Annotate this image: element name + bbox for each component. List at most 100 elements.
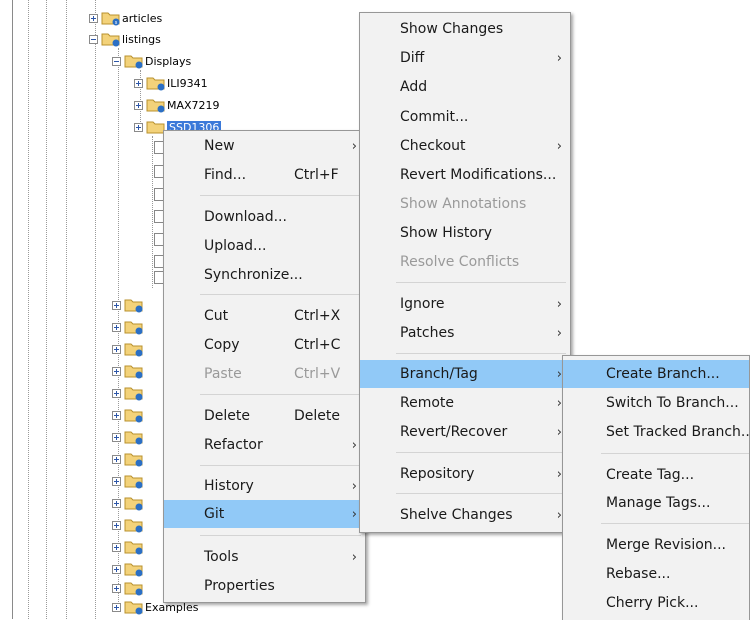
submenu-arrow-icon: › xyxy=(351,549,357,565)
menu-item-history[interactable]: History › xyxy=(164,472,365,500)
menu-item-label: Show Changes xyxy=(400,21,504,37)
menu-item-git[interactable]: Git › xyxy=(164,500,365,528)
menu-item-label: Show Annotations xyxy=(400,196,527,212)
menu-item-cherry-pick[interactable]: Cherry Pick... xyxy=(563,589,749,617)
expand-icon[interactable] xyxy=(112,388,121,398)
expand-icon[interactable] xyxy=(112,476,121,486)
submenu-arrow-icon: › xyxy=(556,325,562,341)
menu-item-synchronize[interactable]: Synchronize... xyxy=(164,261,365,289)
tree-node-folder[interactable] xyxy=(112,295,144,315)
git-submenu: Show Changes Diff › Add Commit... Checko… xyxy=(359,12,571,533)
menu-item-refactor[interactable]: Refactor › xyxy=(164,431,365,459)
expand-icon[interactable] xyxy=(112,583,121,593)
expand-icon[interactable] xyxy=(112,564,121,574)
menu-item-cut[interactable]: Cut Ctrl+X xyxy=(164,302,365,330)
collapse-icon[interactable] xyxy=(89,34,98,44)
tree-label[interactable]: ILI9341 xyxy=(167,77,208,90)
menu-item-upload[interactable]: Upload... xyxy=(164,232,365,260)
menu-item-delete[interactable]: Delete Delete xyxy=(164,402,365,430)
folder-icon xyxy=(124,363,144,379)
tree-node-displays[interactable]: Displays xyxy=(112,51,191,71)
expand-icon[interactable] xyxy=(112,454,121,464)
shortcut-label: Ctrl+C xyxy=(294,337,341,353)
menu-item-checkout[interactable]: Checkout › xyxy=(360,132,570,160)
menu-item-label: Manage Tags... xyxy=(606,495,711,511)
menu-item-set-tracked-branch[interactable]: Set Tracked Branch... xyxy=(563,418,750,446)
menu-item-label: Set Tracked Branch... xyxy=(606,424,750,440)
expand-icon[interactable] xyxy=(134,78,143,88)
expand-icon[interactable] xyxy=(134,100,143,110)
expand-icon[interactable] xyxy=(112,432,121,442)
tree-label[interactable]: MAX7219 xyxy=(167,99,220,112)
tree-node-folder[interactable] xyxy=(112,383,144,403)
menu-item-create-branch[interactable]: Create Branch... xyxy=(563,360,749,388)
menu-item-merge-revision[interactable]: Merge Revision... xyxy=(563,531,749,559)
tree-node-articles[interactable]: s articles xyxy=(89,8,162,28)
tree-label[interactable]: articles xyxy=(122,12,162,25)
expand-icon[interactable] xyxy=(112,410,121,420)
folder-icon xyxy=(124,539,144,555)
expand-icon[interactable] xyxy=(112,602,121,612)
menu-item-rebase[interactable]: Rebase... xyxy=(563,560,749,588)
tree-node-folder[interactable] xyxy=(112,405,144,425)
menu-item-revert-recover[interactable]: Revert/Recover › xyxy=(360,418,570,446)
menu-item-label: Add xyxy=(400,79,428,95)
tree-node-folder[interactable] xyxy=(112,493,144,513)
menu-item-switch-branch[interactable]: Switch To Branch... xyxy=(563,389,749,417)
tree-node-folder[interactable] xyxy=(112,515,144,535)
menu-item-add[interactable]: Add xyxy=(360,73,570,101)
menu-item-commit[interactable]: Commit... xyxy=(360,103,570,131)
tree-node-folder[interactable] xyxy=(112,559,144,579)
expand-icon[interactable] xyxy=(112,520,121,530)
menu-item-create-tag[interactable]: Create Tag... xyxy=(563,461,749,489)
menu-item-manage-tags[interactable]: Manage Tags... xyxy=(563,489,749,517)
collapse-icon[interactable] xyxy=(112,56,121,66)
menu-item-revert-modifications[interactable]: Revert Modifications... xyxy=(360,161,570,189)
expand-icon[interactable] xyxy=(112,366,121,376)
menu-item-show-changes[interactable]: Show Changes xyxy=(360,15,570,43)
tree-node-folder[interactable] xyxy=(112,471,144,491)
tree-node-folder[interactable] xyxy=(112,578,144,598)
menu-item-patches[interactable]: Patches › xyxy=(360,319,570,347)
folder-icon xyxy=(124,407,144,423)
menu-item-show-annotations[interactable]: Show Annotations xyxy=(360,190,570,218)
folder-icon xyxy=(124,517,144,533)
menu-item-show-history[interactable]: Show History xyxy=(360,219,570,247)
expand-icon[interactable] xyxy=(112,300,121,310)
expand-icon[interactable] xyxy=(134,122,143,132)
tree-node-max7219[interactable]: MAX7219 xyxy=(134,95,220,115)
tree-node-folder[interactable] xyxy=(112,317,144,337)
tree-guide-line xyxy=(28,0,29,619)
expand-icon[interactable] xyxy=(112,542,121,552)
menu-item-find[interactable]: Find... Ctrl+F xyxy=(164,161,365,189)
menu-item-label: Remote xyxy=(400,395,455,411)
tree-label[interactable]: Displays xyxy=(145,55,191,68)
menu-item-diff[interactable]: Diff › xyxy=(360,44,570,72)
tree-node-folder[interactable] xyxy=(112,339,144,359)
menu-item-repository[interactable]: Repository › xyxy=(360,460,570,488)
svg-text:s: s xyxy=(115,20,118,26)
tree-node-ili9341[interactable]: ILI9341 xyxy=(134,73,208,93)
menu-item-tools[interactable]: Tools › xyxy=(164,543,365,571)
tree-node-folder[interactable] xyxy=(112,361,144,381)
menu-item-new[interactable]: New › xyxy=(164,132,365,160)
expand-icon[interactable] xyxy=(89,13,98,23)
menu-item-ignore[interactable]: Ignore › xyxy=(360,290,570,318)
tree-node-listings[interactable]: listings xyxy=(89,29,161,49)
menu-item-properties[interactable]: Properties xyxy=(164,572,365,600)
tree-node-folder[interactable] xyxy=(112,427,144,447)
menu-item-paste[interactable]: Paste Ctrl+V xyxy=(164,360,365,388)
tree-label[interactable]: listings xyxy=(122,33,161,46)
tree-node-folder[interactable] xyxy=(112,537,144,557)
folder-icon xyxy=(124,451,144,467)
menu-item-branch-tag[interactable]: Branch/Tag › xyxy=(360,360,570,388)
expand-icon[interactable] xyxy=(112,322,121,332)
menu-item-download[interactable]: Download... xyxy=(164,203,365,231)
expand-icon[interactable] xyxy=(112,498,121,508)
menu-item-remote[interactable]: Remote › xyxy=(360,389,570,417)
menu-item-shelve-changes[interactable]: Shelve Changes › xyxy=(360,501,570,529)
tree-node-folder[interactable] xyxy=(112,449,144,469)
menu-item-copy[interactable]: Copy Ctrl+C xyxy=(164,331,365,359)
expand-icon[interactable] xyxy=(112,344,121,354)
menu-item-resolve-conflicts[interactable]: Resolve Conflicts xyxy=(360,248,570,276)
